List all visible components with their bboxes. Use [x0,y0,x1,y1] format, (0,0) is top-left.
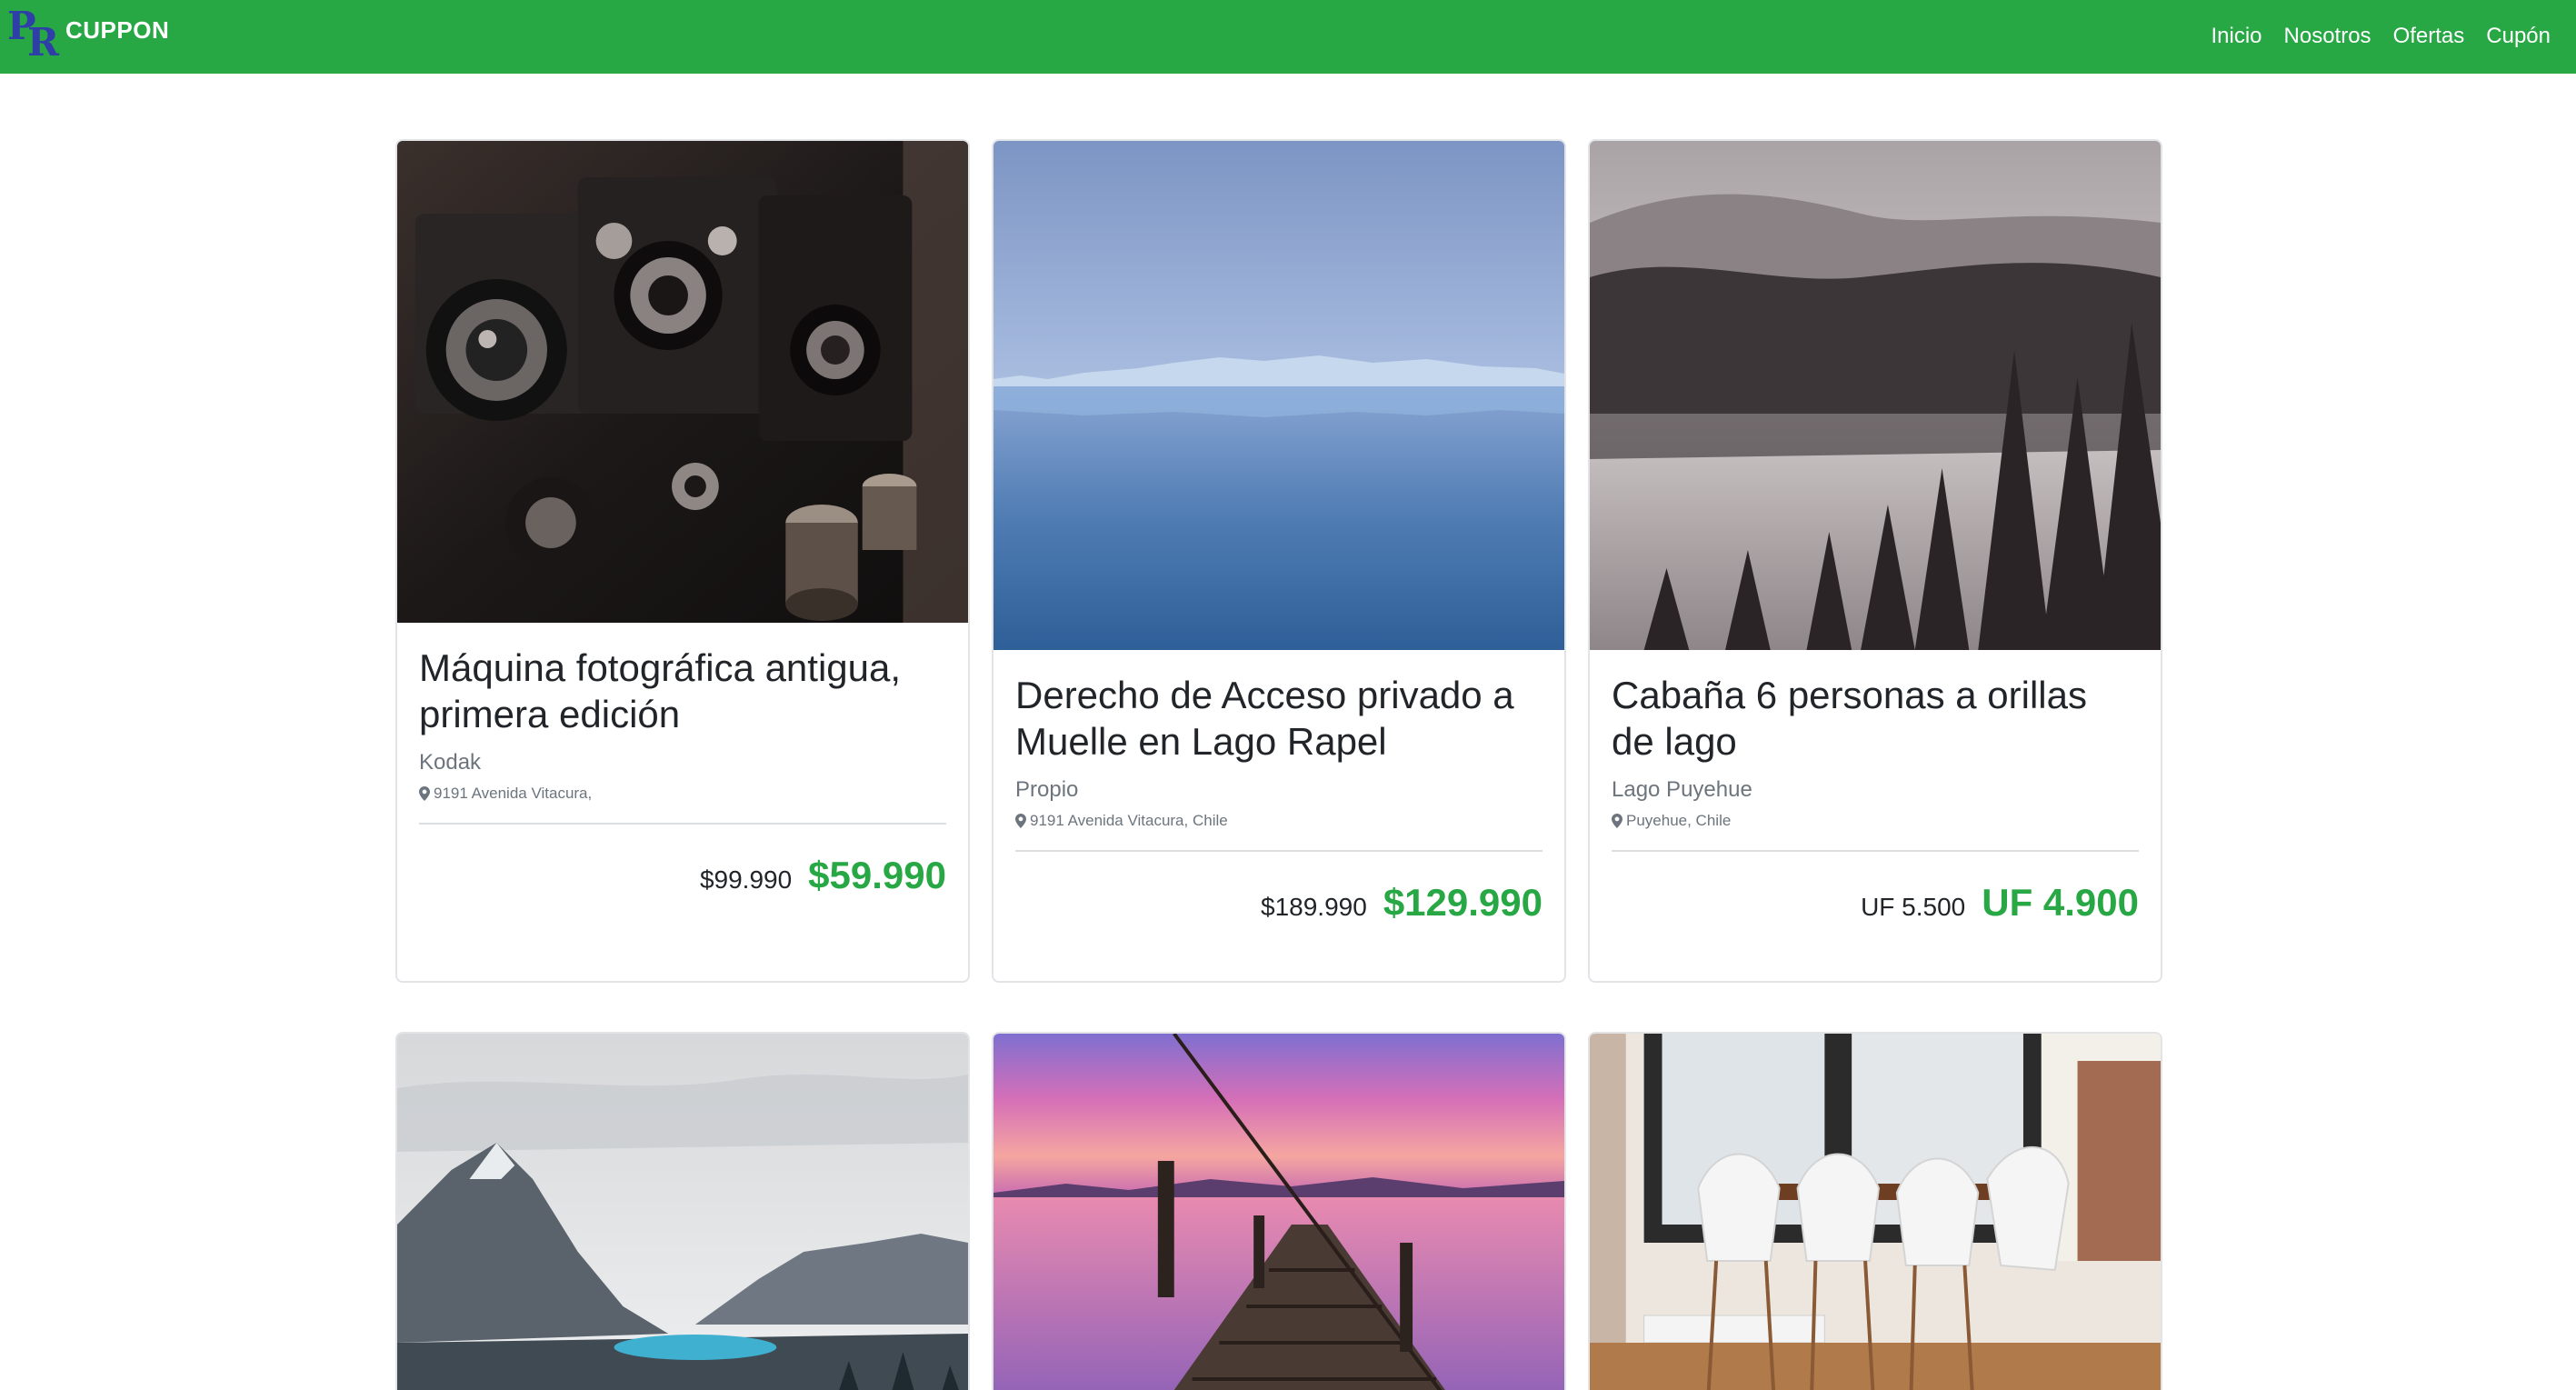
card-title[interactable]: Derecho de Acceso privado a Muelle en La… [1015,672,1543,765]
offer-card[interactable] [1588,1032,2162,1390]
card-location-text: 9191 Avenida Vitacura, Chile [1030,812,1228,829]
old-price: UF 5.500 [1861,893,1966,921]
new-price: $59.990 [808,854,946,896]
card-divider [1015,850,1543,852]
card-prices: UF 5.500 UF 4.900 [1612,881,2139,925]
card-vendor: Lago Puyehue [1612,777,1752,802]
nav-link-cupon[interactable]: Cupón [2486,24,2551,49]
old-price: $189.990 [1261,893,1367,921]
card-title[interactable]: Cabaña 6 personas a orillas de lago [1612,672,2139,765]
sunset-pier-photo[interactable] [993,1034,1564,1390]
glacier-lake-photo[interactable] [993,141,1564,650]
new-price: $129.990 [1383,881,1543,924]
mountain-lake-photo[interactable] [397,1034,968,1390]
card-title[interactable]: Máquina fotográfica antigua, primera edi… [419,645,946,737]
card-location: 9191 Avenida Vitacura, Chile [1015,812,1543,830]
card-divider [1612,850,2139,852]
nav-link-nosotros[interactable]: Nosotros [2284,24,2371,49]
brand-link[interactable]: PR CUPPON [7,7,169,62]
navbar: PR CUPPON Inicio Nosotros Ofertas Cupón [0,0,2576,74]
map-marker-icon [1015,814,1026,828]
card-location: Puyehue, Chile [1612,812,2139,830]
card-vendor: Propio [1015,777,1079,802]
offer-card[interactable] [395,1032,970,1390]
map-marker-icon [419,786,430,801]
nav-link-ofertas[interactable]: Ofertas [2393,24,2465,49]
map-marker-icon [1612,814,1622,828]
card-prices: $189.990 $129.990 [1015,881,1543,925]
brand-logo: PR [7,4,59,65]
dining-room-photo[interactable] [1590,1034,2161,1390]
forest-lake-photo[interactable] [1590,141,2161,650]
card-location-text: Puyehue, Chile [1626,812,1732,829]
antique-cameras-photo[interactable] [397,141,968,623]
nav-link-inicio[interactable]: Inicio [2211,24,2261,49]
offer-card[interactable] [992,1032,1566,1390]
card-location: 9191 Avenida Vitacura, [419,785,946,803]
card-divider [419,823,946,825]
brand-name: CUPPON [65,16,170,44]
new-price: UF 4.900 [1982,881,2139,924]
old-price: $99.990 [699,865,793,894]
card-location-text: 9191 Avenida Vitacura, [434,785,593,802]
card-prices: $99.990 $59.990 [419,854,946,897]
nav-menu: Inicio Nosotros Ofertas Cupón [2211,24,2551,49]
offer-card[interactable]: Máquina fotográfica antigua, primera edi… [395,139,970,983]
offer-card[interactable]: Cabaña 6 personas a orillas de lago Lago… [1588,139,2162,983]
card-vendor: Kodak [419,750,482,775]
offer-card[interactable]: Derecho de Acceso privado a Muelle en La… [992,139,1566,983]
